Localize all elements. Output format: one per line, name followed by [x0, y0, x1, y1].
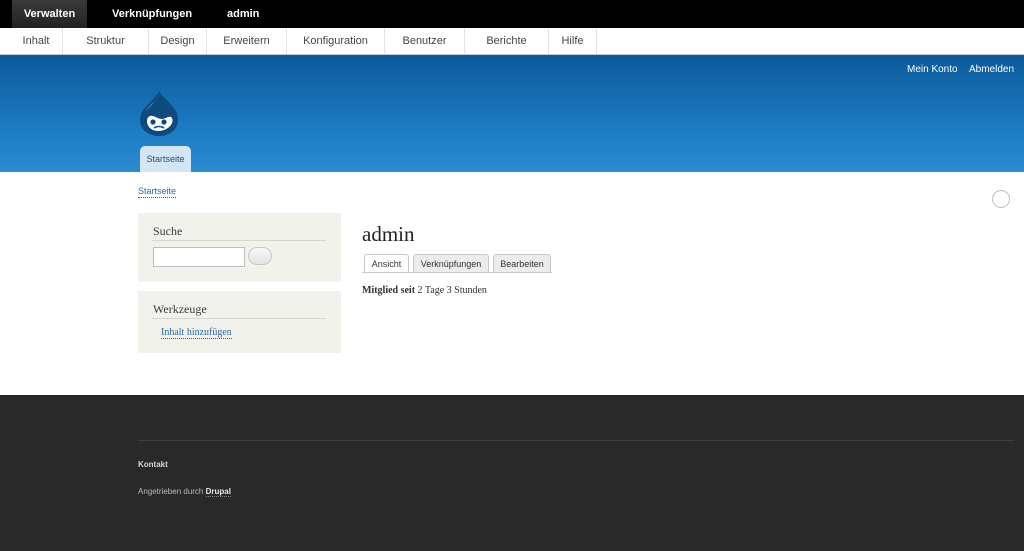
admin-menu-item-structure[interactable]: Struktur: [63, 28, 149, 54]
search-block: Suche: [138, 213, 341, 282]
add-content-link[interactable]: Inhalt hinzufügen: [161, 327, 232, 339]
member-since: Mitglied seit 2 Tage 3 Stunden: [362, 285, 487, 296]
tab-view[interactable]: Ansicht: [364, 254, 409, 273]
toolbar-item-verwalten[interactable]: Verwalten: [12, 0, 87, 28]
search-block-title: Suche: [153, 224, 183, 238]
tools-block-divider: [152, 318, 326, 319]
admin-menu-item-help[interactable]: Hilfe: [549, 28, 597, 54]
drupal-link[interactable]: Drupal: [205, 487, 231, 497]
tabs-divider: [362, 272, 552, 273]
search-block-divider: [152, 240, 326, 241]
member-since-label: Mitglied seit: [362, 285, 416, 296]
member-since-value: 2 Tage 3 Stunden: [417, 285, 487, 296]
top-toolbar: Verwalten Verknüpfungen admin: [0, 0, 1024, 28]
admin-menu: Inhalt Struktur Design Erweitern Konfigu…: [0, 28, 1024, 55]
admin-menu-item-reports[interactable]: Berichte: [465, 28, 549, 54]
tools-block: Werkzeuge Inhalt hinzufügen: [138, 291, 341, 353]
admin-menu-item-configuration[interactable]: Konfiguration: [287, 28, 385, 54]
my-account-link[interactable]: Mein Konto: [907, 64, 958, 75]
powered-by: Angetrieben durch Drupal: [138, 487, 231, 497]
tab-shortcuts[interactable]: Verknüpfungen: [413, 254, 489, 273]
main-nav-home-tab[interactable]: Startseite: [140, 146, 191, 172]
logout-link[interactable]: Abmelden: [969, 64, 1014, 75]
site-footer: Kontakt Angetrieben durch Drupal: [0, 395, 1024, 551]
footer-contact-link[interactable]: Kontakt: [138, 460, 168, 469]
powered-by-text: Angetrieben durch: [138, 487, 204, 496]
drupal-drop-logo-icon[interactable]: [137, 89, 181, 137]
footer-divider: [138, 440, 1014, 441]
search-submit-button[interactable]: [248, 247, 272, 265]
tools-block-title: Werkzeuge: [153, 302, 207, 316]
admin-menu-item-design[interactable]: Design: [149, 28, 207, 54]
site-header: Mein Konto Abmelden Startseite: [0, 55, 1024, 172]
tab-edit[interactable]: Bearbeiten: [493, 254, 551, 273]
add-shortcut-button[interactable]: [992, 190, 1010, 208]
admin-menu-item-users[interactable]: Benutzer: [385, 28, 465, 54]
admin-menu-item-extend[interactable]: Erweitern: [207, 28, 287, 54]
page-title: admin: [362, 222, 415, 246]
toolbar-item-shortcuts[interactable]: Verknüpfungen: [101, 0, 203, 28]
search-input[interactable]: [153, 247, 245, 267]
toolbar-item-user[interactable]: admin: [216, 0, 270, 28]
admin-menu-item-content[interactable]: Inhalt: [10, 28, 63, 54]
breadcrumb-home-link[interactable]: Startseite: [138, 186, 177, 198]
